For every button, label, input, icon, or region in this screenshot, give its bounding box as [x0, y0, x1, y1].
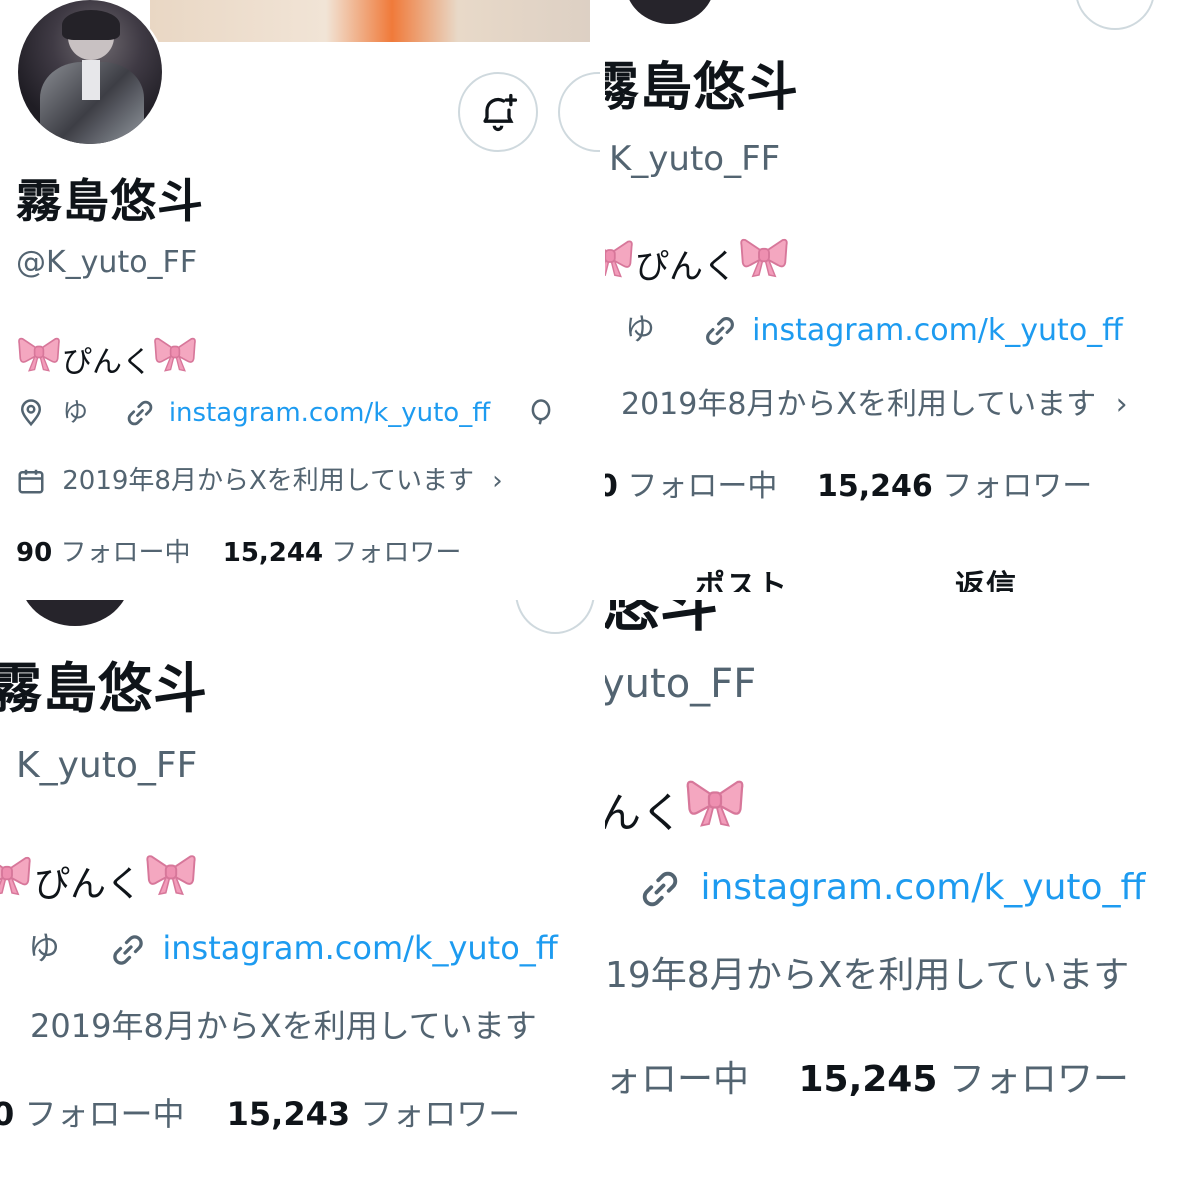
website-link[interactable]: instagram.com/k_yuto_ff — [700, 867, 1145, 908]
avatar[interactable] — [14, 0, 166, 148]
following-label[interactable]: ォロー中 — [605, 1059, 749, 1100]
bio: んく — [605, 770, 747, 834]
avatar[interactable] — [20, 600, 130, 626]
joined-date-text: 19年8月からXを利用しています — [605, 955, 1130, 996]
follow-stats: 0 フォロー中 15,246 フォロワー — [605, 472, 1092, 502]
joined-date-row[interactable]: 2019年8月からXを利用しています — [30, 1010, 537, 1042]
bow-emoji-icon — [683, 770, 747, 830]
profile-meta-row: ゆ instagram.com/k_yuto_ff — [28, 932, 558, 968]
bio-text: んく — [605, 788, 684, 838]
bow-emoji-icon — [737, 230, 791, 280]
following-label[interactable]: フォロー中 — [60, 538, 190, 568]
following-count[interactable]: 90 — [16, 538, 52, 568]
chevron-right-icon: › — [492, 465, 503, 496]
location-text: ゆ — [625, 312, 655, 348]
following-count[interactable]: 0 — [605, 469, 618, 504]
link-icon — [110, 932, 146, 968]
display-name: 霧島悠斗 — [605, 58, 800, 118]
notification-bell-plus-icon — [483, 93, 518, 132]
tab-replies[interactable]: 返信 — [955, 572, 1017, 593]
profile-meta-row: instagram.com/k_yuto_ff — [639, 868, 1145, 910]
link-icon — [639, 868, 681, 910]
followers-label[interactable]: フォロワー — [949, 1059, 1129, 1100]
bio: ぴんく — [16, 330, 198, 378]
notification-bell-button[interactable] — [458, 72, 538, 152]
avatar[interactable] — [625, 0, 715, 24]
location-text: ゆ — [28, 929, 61, 967]
profile-panel-4: 悠斗 yuto_FF んく instagram.com/k_yuto_ff 19… — [605, 600, 1200, 1200]
followers-label[interactable]: フォロワー — [360, 1095, 520, 1133]
bow-emoji-icon — [142, 846, 200, 898]
bio-text: ぴんく — [62, 345, 152, 381]
followers-count[interactable]: 15,243 — [227, 1095, 350, 1133]
joined-date-row[interactable]: 2019年8月からXを利用しています › — [621, 390, 1128, 420]
followers-count[interactable]: 15,246 — [817, 469, 933, 504]
bio: ぴんく — [605, 230, 791, 284]
link-icon — [703, 314, 737, 348]
balloon-icon — [532, 399, 551, 425]
joined-date-text: 2019年8月からXを利用しています — [62, 465, 475, 496]
user-handle: K_yuto_FF — [16, 745, 198, 786]
followers-label[interactable]: フォロワー — [331, 538, 461, 568]
bow-emoji-icon — [605, 232, 635, 280]
location-pin-icon — [20, 399, 42, 427]
follow-stats: ォロー中 15,245 フォロワー — [605, 1062, 1129, 1098]
display-name: 霧島悠斗 — [0, 657, 208, 720]
joined-date-text: 2019年8月からXを利用しています — [30, 1007, 537, 1045]
joined-date-row[interactable]: 2019年8月からXを利用しています › — [16, 466, 503, 496]
following-count[interactable]: 0 — [0, 1095, 14, 1133]
tab-posts[interactable]: ポスト — [695, 572, 788, 593]
profile-meta-row: ゆ instagram.com/k_yuto_ff — [16, 398, 556, 428]
location-text: ゆ — [62, 397, 89, 428]
following-label[interactable]: フォロー中 — [627, 469, 777, 504]
followers-label[interactable]: フォロワー — [942, 469, 1092, 504]
followers-count[interactable]: 15,244 — [223, 538, 323, 568]
website-link[interactable]: instagram.com/k_yuto_ff — [162, 929, 557, 967]
display-name: 霧島悠斗 — [16, 174, 204, 228]
display-name: 悠斗 — [605, 600, 720, 639]
more-button[interactable] — [515, 600, 595, 634]
more-button[interactable] — [1075, 0, 1155, 30]
calendar-icon — [18, 469, 44, 494]
profile-panel-3: 霧島悠斗 K_yuto_FF ぴんく ゆ instagram.com/k_yut… — [0, 600, 600, 1200]
user-handle: yuto_FF — [605, 661, 757, 707]
joined-date-row[interactable]: 19年8月からXを利用しています — [605, 958, 1129, 994]
profile-panel-1: 霧島悠斗 @K_yuto_FF ぴんく ゆ instagram.com/k_yu… — [0, 0, 600, 595]
header-banner — [150, 0, 590, 42]
joined-date-text: 2019年8月からXを利用しています — [621, 387, 1097, 422]
bow-emoji-icon — [152, 330, 198, 374]
more-button[interactable] — [558, 72, 600, 152]
bow-emoji-icon — [0, 848, 34, 898]
bio-text: ぴんく — [635, 246, 737, 287]
bio-text: ぴんく — [34, 863, 143, 905]
following-label[interactable]: フォロー中 — [24, 1095, 184, 1133]
follow-stats: 0 フォロー中 15,243 フォロワー — [0, 1098, 520, 1130]
chevron-right-icon: › — [1115, 387, 1128, 422]
website-link[interactable]: instagram.com/k_yuto_ff — [752, 313, 1123, 348]
user-handle: K_yuto_FF — [609, 139, 781, 179]
follow-stats: 90 フォロー中 15,244 フォロワー — [16, 540, 461, 566]
profile-panel-2: 霧島悠斗 K_yuto_FF ぴんく ゆ instagram.com/k_yut… — [605, 0, 1200, 592]
bio: ぴんく — [0, 846, 200, 903]
website-link[interactable]: instagram.com/k_yuto_ff — [169, 398, 490, 428]
followers-count[interactable]: 15,245 — [798, 1059, 937, 1100]
bow-emoji-icon — [16, 330, 62, 374]
profile-meta-row: ゆ instagram.com/k_yuto_ff — [625, 314, 1123, 348]
user-handle: @K_yuto_FF — [16, 245, 198, 280]
link-icon — [125, 398, 155, 428]
